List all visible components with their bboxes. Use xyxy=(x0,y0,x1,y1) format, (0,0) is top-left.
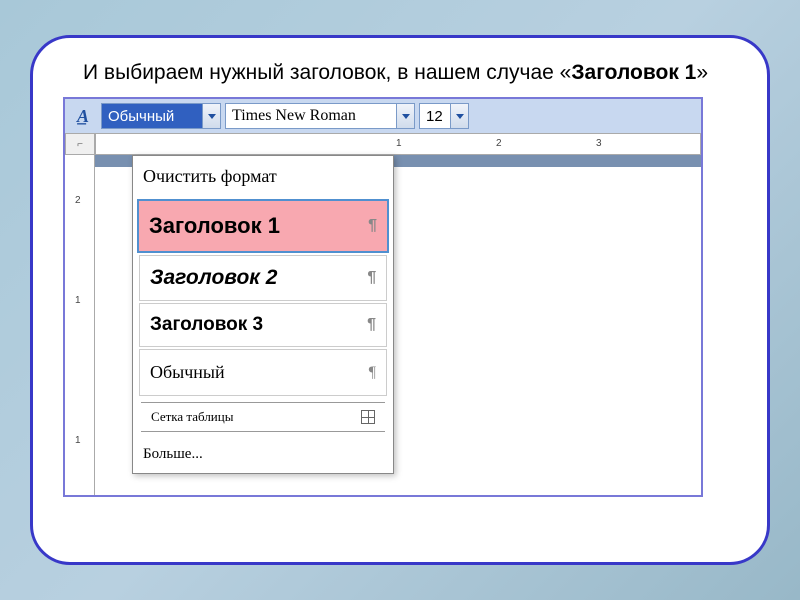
pilcrow-icon: ¶ xyxy=(367,269,376,287)
app-screenshot: A̲ Обычный Times New Roman 12 ⌐ 1 2 3 xyxy=(63,97,703,497)
style-value[interactable]: Обычный xyxy=(102,104,202,128)
menu-label: Очистить формат xyxy=(143,166,277,187)
ruler-row: ⌐ 1 2 3 xyxy=(65,133,701,155)
menu-clear-format[interactable]: Очистить формат xyxy=(133,156,393,197)
ruler-corner: ⌐ xyxy=(65,133,95,155)
menu-heading-3[interactable]: Заголовок 3 ¶ xyxy=(139,303,387,347)
pilcrow-icon: ¶ xyxy=(368,217,377,235)
size-selector[interactable]: 12 xyxy=(419,103,469,129)
ruler-tick: 2 xyxy=(75,195,81,206)
instruction-text: И выбираем нужный заголовок, в нашем слу… xyxy=(63,58,737,87)
menu-label: Сетка таблицы xyxy=(151,409,233,425)
instruction-bold: Заголовок 1 xyxy=(571,61,696,84)
menu-label: Обычный xyxy=(150,362,225,383)
size-dropdown-button[interactable] xyxy=(450,104,468,128)
instruction-suffix: » xyxy=(696,61,708,84)
ruler-tick: 3 xyxy=(596,138,602,149)
menu-heading-1[interactable]: Заголовок 1 ¶ xyxy=(137,199,389,253)
menu-table-grid[interactable]: Сетка таблицы xyxy=(141,402,385,432)
font-dropdown-button[interactable] xyxy=(396,104,414,128)
ruler-tick: 1 xyxy=(396,138,402,149)
menu-label: Заголовок 2 xyxy=(150,266,277,290)
size-value[interactable]: 12 xyxy=(420,104,450,128)
vertical-ruler[interactable]: 2 1 1 xyxy=(65,155,95,495)
menu-normal[interactable]: Обычный ¶ xyxy=(139,349,387,396)
instruction-prefix: И выбираем нужный заголовок, в нашем слу… xyxy=(83,61,571,84)
font-selector[interactable]: Times New Roman xyxy=(225,103,415,129)
font-dialog-icon[interactable]: A̲ xyxy=(69,102,97,130)
style-dropdown-button[interactable] xyxy=(202,104,220,128)
horizontal-ruler[interactable]: 1 2 3 xyxy=(95,133,701,155)
menu-label: Больше... xyxy=(143,446,203,463)
ruler-tick: 1 xyxy=(75,435,81,446)
pilcrow-icon: ¶ xyxy=(367,316,376,334)
menu-heading-2[interactable]: Заголовок 2 ¶ xyxy=(139,255,387,301)
formatting-toolbar: A̲ Обычный Times New Roman 12 xyxy=(65,99,701,133)
style-selector[interactable]: Обычный xyxy=(101,103,221,129)
menu-label: Заголовок 1 xyxy=(149,213,280,239)
menu-more[interactable]: Больше... xyxy=(133,436,393,473)
slide-frame: И выбираем нужный заголовок, в нашем слу… xyxy=(30,35,770,565)
pilcrow-icon: ¶ xyxy=(369,364,376,382)
table-grid-icon xyxy=(361,410,375,424)
ruler-tick: 2 xyxy=(496,138,502,149)
ruler-tick: 1 xyxy=(75,295,81,306)
menu-label: Заголовок 3 xyxy=(150,314,263,336)
font-value[interactable]: Times New Roman xyxy=(226,104,396,128)
style-dropdown-menu: Очистить формат Заголовок 1 ¶ Заголовок … xyxy=(132,155,394,474)
